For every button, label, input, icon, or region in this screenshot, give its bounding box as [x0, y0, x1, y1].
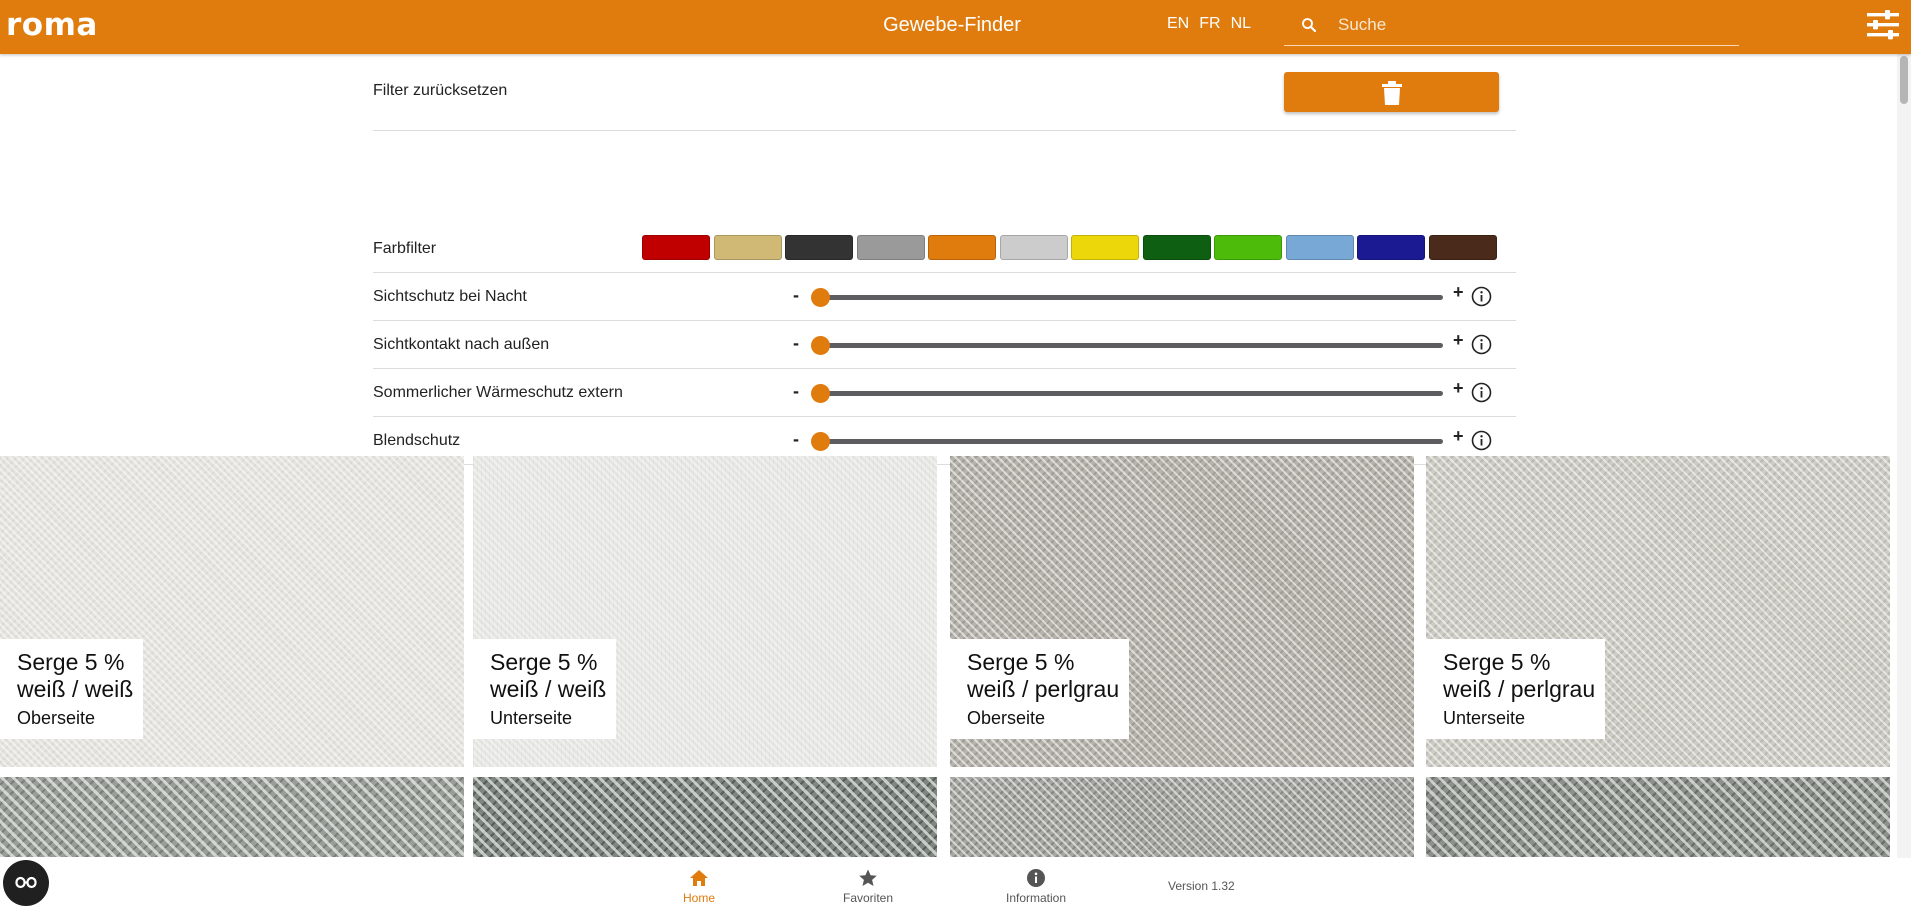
fabric-side: Unterseite — [1443, 708, 1526, 728]
color-swatches — [642, 235, 1497, 260]
home-icon — [690, 870, 708, 886]
slider-thumb[interactable] — [811, 432, 830, 451]
info-circle-icon[interactable] — [1471, 286, 1492, 307]
slider-thumb[interactable] — [811, 384, 830, 403]
nav-information-label: Information — [1005, 891, 1067, 905]
slider-row-heat-protection: Sommerlicher Wärmeschutz extern - + — [373, 369, 1516, 417]
lang-fr[interactable]: FR — [1199, 14, 1220, 34]
scrollbar-thumb[interactable] — [1900, 56, 1908, 104]
color-swatch-9[interactable] — [1214, 235, 1282, 260]
fabric-side: Unterseite — [490, 708, 573, 728]
slider-minus: - — [793, 285, 799, 305]
bottom-navigation: Home Favoriten Information Version 1.32 — [0, 858, 1911, 909]
fabric-color: weiß / perlgrau — [1443, 676, 1596, 702]
slider-track[interactable] — [811, 288, 1443, 307]
fabric-side: Oberseite — [17, 708, 96, 728]
slider-track[interactable] — [811, 432, 1443, 451]
reset-filter-row: Filter zurücksetzen — [373, 54, 1516, 131]
slider-thumb[interactable] — [811, 336, 830, 355]
color-swatch-6[interactable] — [999, 235, 1068, 260]
slider-row-outside-contact: Sichtkontakt nach außen - + — [373, 321, 1516, 369]
slider-plus: + — [1453, 378, 1464, 398]
fabric-label: Serge 5 % weiß / perlgrau Unterseite — [1426, 639, 1606, 739]
fabric-name: Serge 5 % — [967, 649, 1075, 675]
accessibility-button[interactable] — [3, 860, 49, 906]
search-bar — [1284, 4, 1739, 46]
color-swatch-10[interactable] — [1285, 235, 1354, 260]
fabric-card[interactable]: Serge 5 % weiß / perlgrau Unterseite — [1426, 456, 1890, 767]
fabric-name: Serge 5 % — [17, 649, 125, 675]
color-swatch-7[interactable] — [1071, 235, 1139, 260]
fabric-card[interactable] — [473, 777, 937, 857]
slider-plus: + — [1453, 426, 1464, 446]
slider-thumb[interactable] — [811, 288, 830, 307]
language-switcher: EN FR NL — [1167, 14, 1251, 34]
star-icon — [859, 869, 877, 886]
color-swatch-8[interactable] — [1142, 235, 1211, 260]
fabric-card[interactable]: Serge 5 % weiß / perlgrau Oberseite — [950, 456, 1414, 767]
fabric-texture-image — [950, 777, 1414, 857]
fabric-side: Oberseite — [967, 708, 1046, 728]
fabric-label: Serge 5 % weiß / weiß Unterseite — [473, 639, 617, 739]
info-circle-icon[interactable] — [1471, 382, 1492, 403]
fabric-color: weiß / weiß — [490, 676, 607, 702]
fabric-card[interactable]: Serge 5 % weiß / weiß Oberseite — [0, 456, 464, 767]
color-swatch-11[interactable] — [1357, 235, 1425, 260]
slider-label: Sichtschutz bei Nacht — [373, 288, 527, 305]
slider-label: Blendschutz — [373, 432, 461, 449]
color-swatch-1[interactable] — [642, 235, 710, 260]
glasses-icon — [15, 876, 37, 889]
reset-filter-button[interactable] — [1284, 72, 1499, 112]
color-swatch-3[interactable] — [785, 235, 853, 260]
slider-minus: - — [793, 429, 799, 449]
trash-icon — [1382, 81, 1402, 105]
info-icon — [1027, 869, 1045, 887]
color-filter-label: Farbfilter — [373, 240, 437, 257]
fabric-texture-image — [473, 777, 937, 857]
slider-label: Sichtkontakt nach außen — [373, 336, 550, 353]
app-header: roma Gewebe-Finder EN FR NL — [0, 0, 1911, 54]
search-input[interactable] — [1338, 12, 1718, 38]
filter-settings-icon[interactable] — [1866, 9, 1900, 41]
fabric-color: weiß / weiß — [17, 676, 134, 702]
color-filter-row: Farbfilter — [373, 131, 1516, 273]
slider-track[interactable] — [811, 336, 1443, 355]
fabric-color: weiß / perlgrau — [967, 676, 1120, 702]
fabric-label: Serge 5 % weiß / weiß Oberseite — [0, 639, 144, 739]
info-circle-icon[interactable] — [1471, 334, 1492, 355]
nav-information[interactable]: Information — [986, 858, 1086, 909]
fabric-texture-image — [0, 777, 464, 857]
slider-plus: + — [1453, 282, 1464, 302]
slider-minus: - — [793, 381, 799, 401]
slider-label: Sommerlicher Wärmeschutz extern — [373, 384, 623, 401]
slider-minus: - — [793, 333, 799, 353]
nav-favorites-label: Favoriten — [842, 891, 894, 905]
fabric-texture-image — [1426, 777, 1890, 857]
info-circle-icon[interactable] — [1471, 430, 1492, 451]
fabric-card[interactable] — [950, 777, 1414, 857]
lang-nl[interactable]: NL — [1231, 14, 1251, 34]
slider-plus: + — [1453, 330, 1464, 350]
search-icon[interactable] — [1300, 16, 1318, 34]
fabric-card[interactable] — [1426, 777, 1890, 857]
fabric-card[interactable]: Serge 5 % weiß / weiß Unterseite — [473, 456, 937, 767]
fabric-label: Serge 5 % weiß / perlgrau Oberseite — [950, 639, 1130, 739]
nav-home[interactable]: Home — [649, 858, 749, 909]
nav-home-label: Home — [682, 891, 715, 905]
color-swatch-12[interactable] — [1428, 235, 1497, 260]
page-scrollbar[interactable] — [1897, 54, 1911, 909]
color-swatch-5[interactable] — [928, 235, 996, 260]
reset-filter-label: Filter zurücksetzen — [373, 82, 508, 99]
fabric-card[interactable] — [0, 777, 464, 857]
lang-en[interactable]: EN — [1167, 14, 1189, 34]
fabric-name: Serge 5 % — [1443, 649, 1551, 675]
fabric-name: Serge 5 % — [490, 649, 598, 675]
color-swatch-4[interactable] — [856, 235, 925, 260]
slider-row-night-privacy: Sichtschutz bei Nacht - + — [373, 273, 1516, 321]
version-label: Version 1.32 — [1168, 879, 1235, 893]
slider-track[interactable] — [811, 384, 1443, 403]
color-swatch-2[interactable] — [713, 235, 782, 260]
nav-favorites[interactable]: Favoriten — [818, 858, 918, 909]
